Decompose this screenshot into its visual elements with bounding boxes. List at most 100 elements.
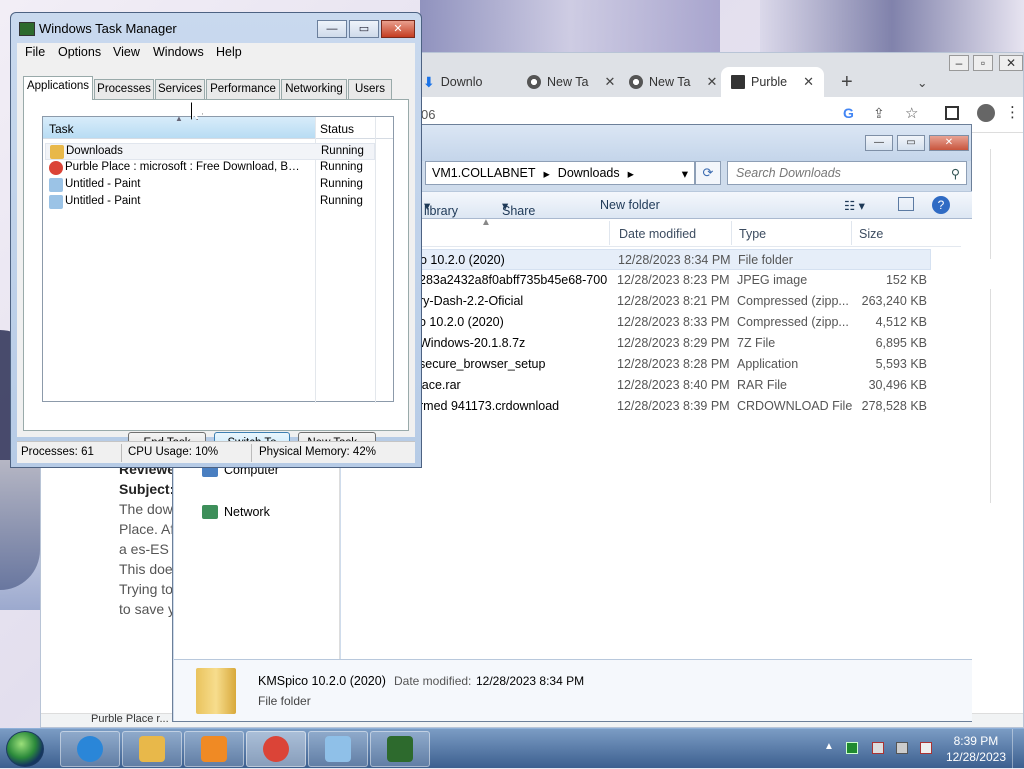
nav-item-network[interactable]: Network — [202, 505, 270, 519]
close-button[interactable]: ✕ — [381, 20, 415, 38]
tab-networking[interactable]: Networking — [281, 79, 347, 99]
minimize-button[interactable]: — — [865, 135, 893, 151]
close-button[interactable]: ✕ — [929, 135, 969, 151]
tab-search-button[interactable]: ⌄ — [907, 67, 937, 97]
close-icon[interactable]: ✕ — [706, 74, 717, 90]
chevron-down-icon[interactable]: ▾ — [682, 166, 688, 181]
share-with-button[interactable]: Share with ▾ — [502, 198, 535, 232]
bookmark-star-icon[interactable]: ☆ — [905, 104, 918, 122]
file-type: Application — [737, 357, 799, 371]
preview-pane-icon[interactable] — [898, 197, 914, 211]
task-list-header: Task ▲ Status — [43, 114, 393, 403]
share-icon[interactable]: ⇪ — [873, 105, 885, 122]
tab-performance[interactable]: Performance — [206, 79, 280, 99]
cpu-usage: CPU Usage: 10% — [128, 446, 219, 458]
nav-label: Network — [224, 505, 270, 519]
close-icon[interactable]: ✕ — [604, 74, 615, 90]
help-icon[interactable]: ? — [932, 196, 950, 214]
maximize-button[interactable]: ▭ — [897, 135, 925, 151]
file-type: Compressed (zipp... — [737, 315, 849, 329]
chrome-tab[interactable]: ⬇ Downlo — [413, 67, 492, 97]
address-bar-fragment[interactable]: 06 — [421, 107, 435, 122]
column-date-modified[interactable]: Date modified — [619, 227, 696, 241]
system-tray: ▲ 8:39 PM 12/28/2023 — [804, 729, 1024, 769]
breadcrumb-item[interactable]: Downloads — [558, 166, 620, 180]
side-panel-icon[interactable] — [945, 106, 959, 120]
chevron-right-icon[interactable]: ▸ — [544, 166, 550, 181]
chevron-right-icon[interactable]: ▸ — [628, 166, 634, 181]
chrome-tab-label: New Ta — [649, 75, 691, 89]
chrome-maximize-button[interactable]: ▫ — [973, 55, 993, 71]
column-status[interactable]: Status — [320, 122, 354, 136]
task-row[interactable]: Purble Place : microsoft : Free Download… — [45, 160, 375, 177]
start-button[interactable] — [6, 731, 44, 767]
file-row[interactable]: Windows-20.1.8.7z 12/28/2023 8:29 PM 7Z Fi… — [341, 333, 931, 354]
close-icon[interactable]: ✕ — [803, 74, 814, 90]
network-icon — [202, 505, 218, 519]
chrome-tab-active[interactable]: Purble ✕ — [721, 67, 825, 97]
new-folder-button[interactable]: New folder — [600, 198, 660, 212]
chrome-minimize-button[interactable]: – — [949, 55, 969, 71]
column-headers: ▲ Date modified Type Size — [341, 217, 961, 247]
show-desktop-button[interactable] — [1012, 729, 1024, 769]
file-size: 278,528 KB — [861, 399, 927, 413]
tab-processes[interactable]: Processes — [94, 79, 154, 99]
network-icon[interactable] — [896, 742, 908, 754]
chrome-close-button[interactable]: ✕ — [999, 55, 1023, 71]
breadcrumb-item[interactable]: VM1.COLLABNET — [432, 166, 536, 180]
view-options-icon[interactable]: ☷ ▾ — [844, 198, 865, 213]
chrome-tab[interactable]: New Ta ✕ — [517, 67, 625, 97]
action-center-icon[interactable] — [872, 742, 884, 754]
download-item[interactable]: Purble Place r... — [91, 713, 169, 725]
chrome-tab[interactable]: New Ta ✕ — [619, 67, 727, 97]
file-row[interactable]: rmed 941173.crdownload 12/28/2023 8:39 PM… — [341, 396, 931, 417]
taskbar-app-button[interactable] — [60, 731, 120, 767]
refresh-button[interactable]: ⟳ — [695, 161, 721, 185]
menu-kebab-icon[interactable]: ⋮ — [1005, 103, 1020, 121]
page-text: The dow — [119, 501, 173, 517]
file-row[interactable]: 283a2432a8f0abff735b45e68-700 12/28/2023 … — [341, 270, 931, 291]
task-name: Purble Place : microsoft : Free Download… — [65, 161, 305, 173]
google-icon[interactable]: G — [843, 105, 854, 121]
taskbar-app-button[interactable] — [308, 731, 368, 767]
profile-avatar[interactable] — [977, 104, 995, 122]
maximize-button[interactable]: ▭ — [349, 20, 379, 38]
taskbar-app-button[interactable] — [246, 731, 306, 767]
taskbar-app-button[interactable] — [122, 731, 182, 767]
file-row[interactable]: secure_browser_setup 12/28/2023 8:28 PM Ap… — [341, 354, 931, 375]
chevron-down-icon: ⌄ — [917, 75, 928, 90]
search-input[interactable]: Search Downloads ⚲ — [727, 161, 967, 185]
tab-services[interactable]: Services — [155, 79, 205, 99]
tab-users[interactable]: Users — [348, 79, 392, 99]
file-name: secure_browser_setup — [419, 357, 546, 371]
volume-mute-icon[interactable] — [920, 742, 932, 754]
folder-icon — [50, 145, 64, 159]
library-button[interactable]: library ▾ — [424, 198, 458, 218]
column-type[interactable]: Type — [739, 227, 766, 241]
task-row[interactable]: Untitled - Paint Running — [45, 194, 375, 211]
file-row[interactable]: o 10.2.0 (2020) 12/28/2023 8:33 PM Compres… — [341, 312, 931, 333]
menu-windows[interactable]: Windows — [153, 45, 204, 59]
file-list: ▲ Date modified Type Size o 10.2.0 (2020… — [341, 217, 972, 659]
task-row[interactable]: Untitled - Paint Running — [45, 177, 375, 194]
task-row[interactable]: Downloads Running — [45, 143, 375, 160]
menu-options[interactable]: Options — [58, 45, 101, 59]
tab-applications[interactable]: Applications — [23, 76, 93, 100]
column-size[interactable]: Size — [859, 227, 883, 241]
explorer-icon — [139, 736, 165, 762]
taskbar-app-button[interactable] — [184, 731, 244, 767]
menu-view[interactable]: View — [113, 45, 140, 59]
menu-help[interactable]: Help — [216, 45, 242, 59]
file-row[interactable]: ry-Dash-2.2-Oficial 12/28/2023 8:21 PM Com… — [341, 291, 931, 312]
tray-expand-icon[interactable]: ▲ — [824, 741, 836, 753]
tray-app-icon[interactable] — [846, 742, 858, 754]
minimize-button[interactable]: — — [317, 20, 347, 38]
breadcrumb[interactable]: VM1.COLLABNET ▸ Downloads ▸ ▾ — [425, 161, 695, 185]
clock[interactable]: 8:39 PM 12/28/2023 — [946, 733, 1006, 765]
new-tab-button[interactable]: + — [831, 67, 863, 97]
chrome-icon — [629, 75, 643, 89]
file-row[interactable]: lace.rar 12/28/2023 8:40 PM RAR File 30,496… — [341, 375, 931, 396]
taskbar-app-button[interactable] — [370, 731, 430, 767]
menu-file[interactable]: File — [25, 45, 45, 59]
file-row[interactable]: o 10.2.0 (2020) 12/28/2023 8:34 PM File fo… — [341, 249, 931, 270]
